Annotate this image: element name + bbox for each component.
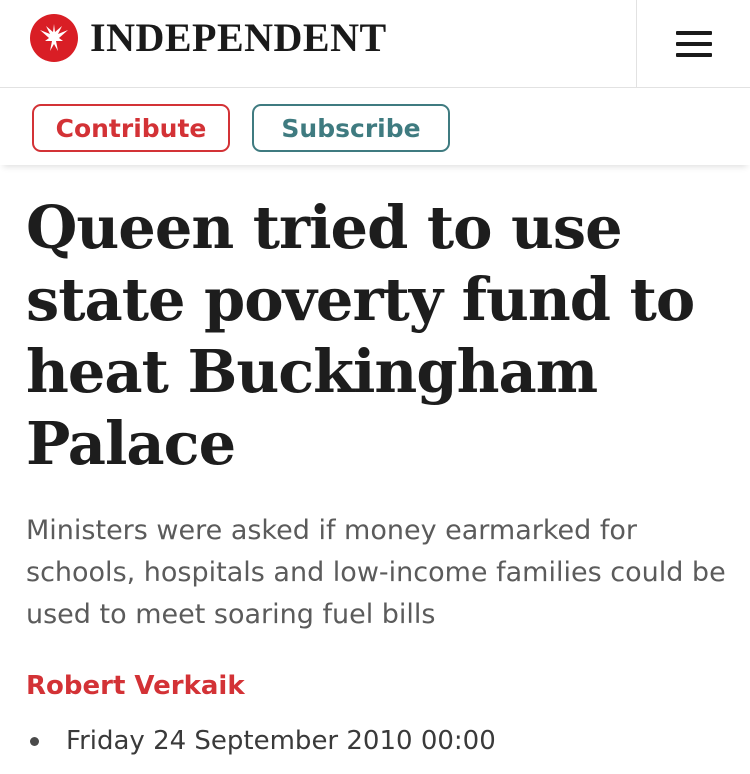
article-headline: Queen tried to use state poverty fund to…	[26, 193, 695, 478]
author-link[interactable]: Robert Verkaik	[26, 671, 245, 701]
hamburger-menu-icon[interactable]	[666, 22, 722, 66]
contribute-button[interactable]: Contribute	[32, 104, 230, 152]
eagle-icon	[30, 14, 78, 62]
menu-bar	[676, 42, 712, 46]
menu-bar	[676, 53, 712, 57]
brand-wordmark: INDEPENDENT	[90, 15, 387, 60]
header-divider	[636, 0, 637, 88]
bullet-icon	[30, 736, 39, 746]
menu-bar	[676, 31, 712, 35]
publish-date: Friday 24 September 2010 00:00	[26, 726, 496, 756]
publish-date-text: Friday 24 September 2010 00:00	[66, 726, 496, 756]
support-bar: Contribute Subscribe	[0, 89, 750, 165]
subscribe-button[interactable]: Subscribe	[252, 104, 450, 152]
site-logo[interactable]: INDEPENDENT	[30, 13, 387, 63]
article-standfirst: Ministers were asked if money earmarked …	[26, 515, 726, 630]
site-header: INDEPENDENT	[0, 0, 750, 88]
